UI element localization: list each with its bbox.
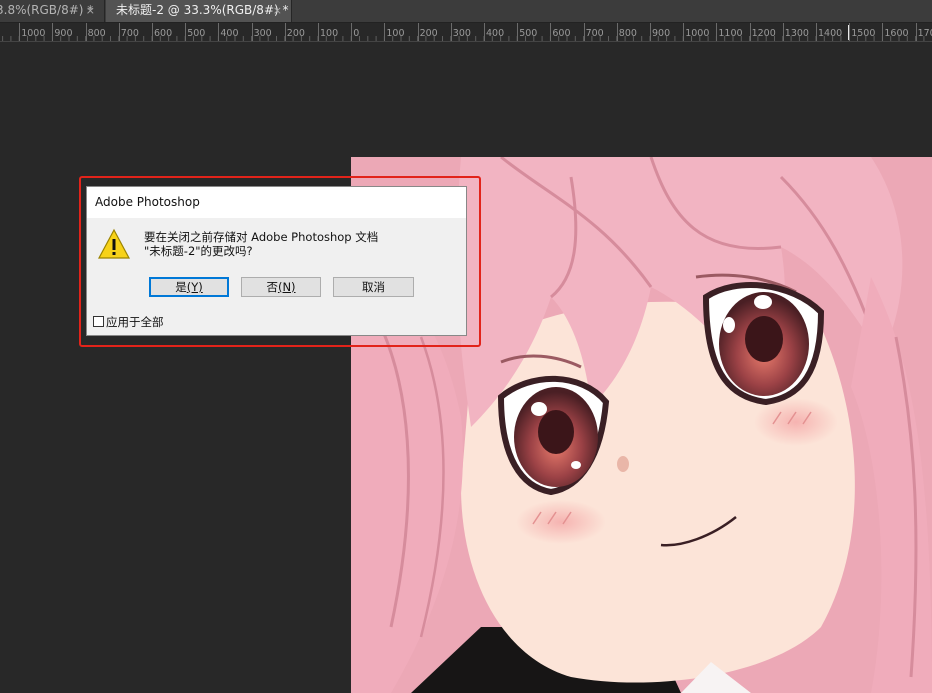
close-tab-icon[interactable]: × xyxy=(273,0,282,21)
ruler-tick-label: 100 xyxy=(386,28,405,39)
ruler-tick-label: 700 xyxy=(120,28,139,39)
dialog-message: 要在关闭之前存储对 Adobe Photoshop 文档 "未标题-2"的更改吗… xyxy=(144,230,378,258)
ruler-major-tick xyxy=(816,23,817,41)
yes-button-label: 是 xyxy=(175,280,187,294)
document-tab-bar: 3.8%(RGB/8#) * × 未标题-2 @ 33.3%(RGB/8#) *… xyxy=(0,0,932,23)
ruler-major-tick xyxy=(384,23,386,41)
cancel-button-label: 取消 xyxy=(362,280,385,294)
ruler-tick-label: 700 xyxy=(585,28,604,39)
yes-button[interactable]: 是(Y) xyxy=(149,277,229,297)
ruler-major-tick xyxy=(450,23,452,41)
ruler-major-tick xyxy=(849,23,851,41)
ruler-major-tick xyxy=(882,23,884,41)
ruler-tick-label: 200 xyxy=(419,28,438,39)
ruler-major-tick xyxy=(749,23,751,41)
ruler-major-tick xyxy=(152,23,153,41)
ruler-tick-label: 300 xyxy=(253,28,272,39)
apply-to-all-label: 应用于全部 xyxy=(106,315,164,329)
cancel-button[interactable]: 取消 xyxy=(333,277,414,297)
ruler-major-tick xyxy=(118,23,120,41)
ruler-tick-label: 1200 xyxy=(751,28,776,39)
tab-document-untitled-2[interactable]: 未标题-2 @ 33.3%(RGB/8#) * × xyxy=(106,0,292,22)
ruler-major-tick xyxy=(583,23,585,41)
ruler-major-tick xyxy=(351,23,353,41)
ruler-tick-label: 100 xyxy=(320,28,339,39)
ruler-cursor-marker xyxy=(848,25,849,40)
ruler-tick-label: 600 xyxy=(154,28,173,39)
ruler-major-tick xyxy=(318,23,319,41)
tab-document-1[interactable]: 3.8%(RGB/8#) * × xyxy=(0,0,105,22)
ruler-tick-label: 900 xyxy=(54,28,73,39)
ruler-tick-label: 1400 xyxy=(818,28,843,39)
ruler-tick-label: 500 xyxy=(519,28,538,39)
ruler-major-tick xyxy=(484,23,485,41)
ruler-tick-label: 170 xyxy=(917,28,932,39)
close-tab-icon[interactable]: × xyxy=(86,0,95,21)
ruler-major-tick xyxy=(517,23,519,41)
yes-button-shortcut: (Y) xyxy=(186,280,203,294)
ruler-tick-label: 200 xyxy=(286,28,305,39)
ruler-major-tick xyxy=(185,23,187,41)
ruler-major-tick xyxy=(218,23,220,41)
ruler-major-tick xyxy=(85,23,87,41)
ruler-tick-label: 1500 xyxy=(851,28,876,39)
dialog-message-line1: 要在关闭之前存储对 Adobe Photoshop 文档 xyxy=(144,230,379,244)
ruler-tick-label: 400 xyxy=(486,28,505,39)
ruler-major-tick xyxy=(616,23,618,41)
ruler-tick-label: 1000 xyxy=(685,28,710,39)
ruler-tick-label: 1300 xyxy=(784,28,809,39)
ruler-tick-label: 0 xyxy=(353,28,360,39)
ruler-tick-label: 900 xyxy=(652,28,671,39)
ruler-tick-label: 1100 xyxy=(718,28,743,39)
ruler-major-tick xyxy=(716,23,718,41)
ruler-tick-label: 1000 xyxy=(21,28,46,39)
ruler-major-tick xyxy=(650,23,651,41)
ruler-tick-label: 800 xyxy=(87,28,106,39)
ruler-tick-label: 400 xyxy=(220,28,239,39)
ruler-major-tick xyxy=(550,23,552,41)
save-changes-dialog: Adobe Photoshop 要在关闭之前存储对 Adobe Photosho… xyxy=(86,186,467,336)
ruler-major-tick xyxy=(782,23,784,41)
ruler-major-tick xyxy=(19,23,21,41)
ruler-tick-label: 1600 xyxy=(884,28,909,39)
tab-label: 未标题-2 @ 33.3%(RGB/8#) * xyxy=(116,3,289,17)
ruler-major-tick xyxy=(52,23,54,41)
ruler-major-tick xyxy=(251,23,253,41)
ruler-tick-label: 300 xyxy=(452,28,471,39)
ruler-tick-label: 500 xyxy=(187,28,206,39)
ruler-tick-label: 800 xyxy=(618,28,637,39)
ruler-major-tick xyxy=(284,23,286,41)
apply-to-all-option[interactable]: 应用于全部 xyxy=(93,316,164,329)
ruler-major-tick xyxy=(417,23,419,41)
ruler-major-tick xyxy=(683,23,685,41)
no-button[interactable]: 否(N) xyxy=(241,277,321,297)
ruler-major-tick xyxy=(915,23,917,41)
dialog-title: Adobe Photoshop xyxy=(87,187,466,218)
horizontal-ruler[interactable]: 0 1000 900 800 700 600 500 400 300 200 1000 100 200 3… xyxy=(0,23,932,42)
warning-icon xyxy=(97,228,131,259)
dialog-message-line2: "未标题-2"的更改吗? xyxy=(144,244,253,258)
no-button-label: 否 xyxy=(266,280,278,294)
tab-label: 3.8%(RGB/8#) * xyxy=(0,3,94,17)
no-button-shortcut: (N) xyxy=(277,280,296,294)
apply-to-all-checkbox[interactable] xyxy=(93,316,104,327)
ruler-tick-label: 600 xyxy=(552,28,571,39)
